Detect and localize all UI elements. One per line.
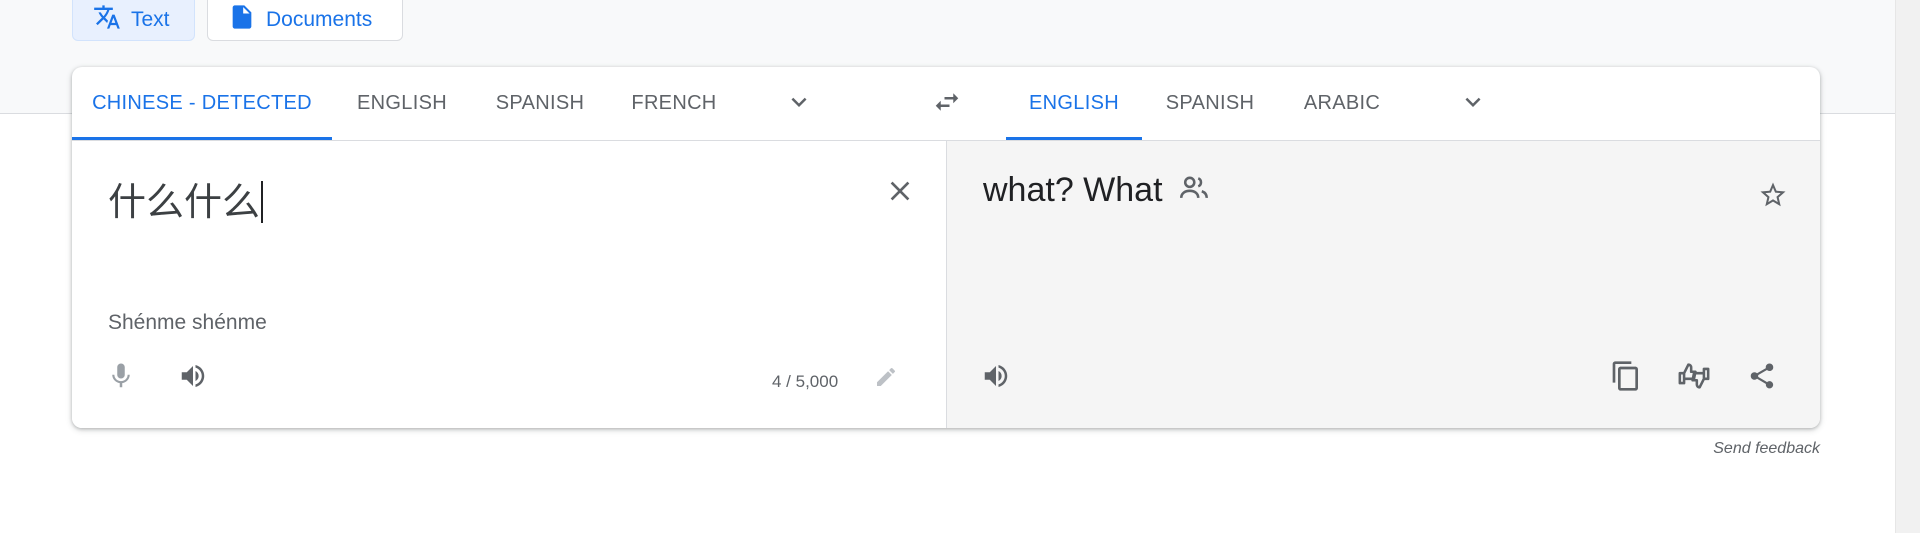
source-pane: 什么什么 Shénme shénme 4 / 5,000 bbox=[72, 141, 946, 428]
translate-icon bbox=[93, 3, 121, 37]
listen-translation-button[interactable] bbox=[973, 355, 1019, 401]
edit-button[interactable] bbox=[868, 361, 904, 397]
target-lang-tab-english[interactable]: ENGLISH bbox=[1006, 67, 1142, 140]
swap-languages-button[interactable] bbox=[924, 81, 970, 127]
speaker-icon bbox=[981, 361, 1011, 396]
star-icon bbox=[1758, 180, 1788, 215]
people-icon[interactable] bbox=[1177, 171, 1211, 210]
save-translation-button[interactable] bbox=[1753, 177, 1793, 217]
rate-translation-button[interactable] bbox=[1671, 355, 1717, 401]
send-feedback-link[interactable]: Send feedback bbox=[1600, 440, 1820, 458]
source-lang-tab-spanish[interactable]: SPANISH bbox=[472, 67, 608, 140]
source-input[interactable]: 什么什么 bbox=[108, 171, 264, 226]
source-lang-tab-french[interactable]: FRENCH bbox=[608, 67, 740, 140]
mic-icon bbox=[106, 361, 136, 396]
copy-icon bbox=[1610, 360, 1642, 397]
swap-icon bbox=[932, 87, 962, 122]
text-caret bbox=[261, 181, 264, 223]
documents-mode-button[interactable]: Documents bbox=[207, 0, 403, 41]
text-mode-button[interactable]: Text bbox=[72, 0, 195, 41]
text-mode-label: Text bbox=[131, 8, 170, 31]
thumbs-icon bbox=[1677, 359, 1711, 398]
more-source-languages-button[interactable] bbox=[778, 83, 820, 125]
source-text: 什么什么 bbox=[108, 180, 261, 224]
language-bar: CHINESE - DETECTED ENGLISH SPANISH FRENC… bbox=[72, 67, 1820, 141]
speaker-icon bbox=[178, 361, 208, 396]
clear-source-button[interactable] bbox=[880, 173, 920, 213]
close-icon bbox=[884, 175, 916, 212]
target-lang-tab-spanish[interactable]: SPANISH bbox=[1142, 67, 1278, 140]
document-icon bbox=[228, 3, 256, 37]
copy-translation-button[interactable] bbox=[1603, 355, 1649, 401]
chevron-down-icon bbox=[784, 87, 814, 122]
transliteration: Shénme shénme bbox=[108, 311, 267, 334]
target-lang-tab-arabic[interactable]: ARABIC bbox=[1278, 67, 1406, 140]
share-icon bbox=[1747, 361, 1777, 396]
translation-text: what? What bbox=[983, 171, 1163, 209]
translation-output: what? What bbox=[983, 171, 1211, 210]
pencil-icon bbox=[874, 365, 898, 394]
scrollbar[interactable] bbox=[1895, 0, 1920, 533]
translation-card: CHINESE - DETECTED ENGLISH SPANISH FRENC… bbox=[72, 67, 1820, 428]
source-lang-tab-english[interactable]: ENGLISH bbox=[332, 67, 472, 140]
more-target-languages-button[interactable] bbox=[1452, 83, 1494, 125]
target-pane: what? What bbox=[946, 141, 1820, 428]
documents-mode-label: Documents bbox=[266, 8, 373, 31]
voice-input-button[interactable] bbox=[98, 355, 144, 401]
listen-source-button[interactable] bbox=[170, 355, 216, 401]
character-count: 4 / 5,000 bbox=[772, 372, 839, 391]
share-translation-button[interactable] bbox=[1739, 355, 1785, 401]
source-lang-tab-detected[interactable]: CHINESE - DETECTED bbox=[72, 67, 332, 140]
chevron-down-icon bbox=[1458, 87, 1488, 122]
